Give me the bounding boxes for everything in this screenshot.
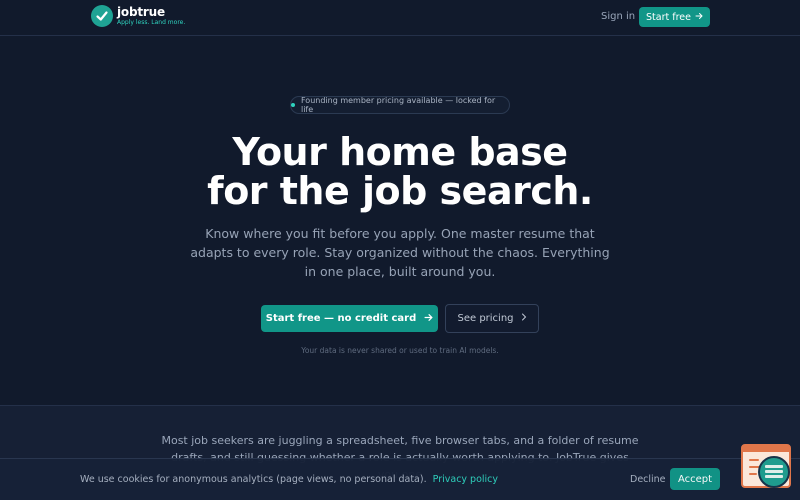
widget-titlebar <box>743 446 789 452</box>
widget-line <box>749 459 759 461</box>
decline-button[interactable]: Decline <box>630 474 666 485</box>
privacy-policy-link[interactable]: Privacy policy <box>433 474 498 485</box>
see-pricing-label: See pricing <box>457 313 514 324</box>
founding-pricing-text: Founding member pricing available — lock… <box>300 96 496 114</box>
founding-pricing-badge: Founding member pricing available — lock… <box>290 96 510 114</box>
help-chat-button[interactable] <box>758 456 790 488</box>
widget-line <box>749 473 757 475</box>
site-header: jobtrue Apply less. Land more. Sign in S… <box>0 0 800 36</box>
start-free-cta-label: Start free — no credit card <box>265 313 417 324</box>
chevron-right-icon <box>521 313 527 324</box>
status-dot-icon <box>291 103 295 107</box>
accept-button[interactable]: Accept <box>670 468 720 490</box>
check-circle-icon <box>91 5 113 27</box>
cookie-banner: We use cookies for anonymous analytics (… <box>0 458 800 500</box>
start-free-label: Start free <box>646 11 691 23</box>
cookie-text: We use cookies for anonymous analytics (… <box>80 474 427 485</box>
start-free-cta-button[interactable]: Start free — no credit card <box>261 305 438 332</box>
headline-line-1: Your home base <box>232 130 568 174</box>
menu-lines-icon <box>765 465 783 479</box>
logo[interactable]: jobtrue Apply less. Land more. <box>91 5 185 27</box>
logo-tagline: Apply less. Land more. <box>117 18 186 26</box>
hero-subtext: Know where you fit before you apply. One… <box>190 226 610 279</box>
cookie-message: We use cookies for anonymous analytics (… <box>80 474 498 485</box>
logo-text: jobtrue Apply less. Land more. <box>117 4 186 27</box>
start-free-header-button[interactable]: Start free <box>639 7 710 27</box>
headline-line-2: for the job search. <box>207 169 593 213</box>
arrow-right-icon <box>424 313 433 325</box>
sign-in-link[interactable]: Sign in <box>601 11 635 22</box>
privacy-note: Your data is never shared or used to tra… <box>301 346 499 355</box>
arrow-right-icon <box>695 12 703 23</box>
hero-headline: Your home base for the job search. <box>0 133 800 211</box>
logo-name: jobtrue <box>117 4 165 19</box>
see-pricing-button[interactable]: See pricing <box>445 304 539 333</box>
